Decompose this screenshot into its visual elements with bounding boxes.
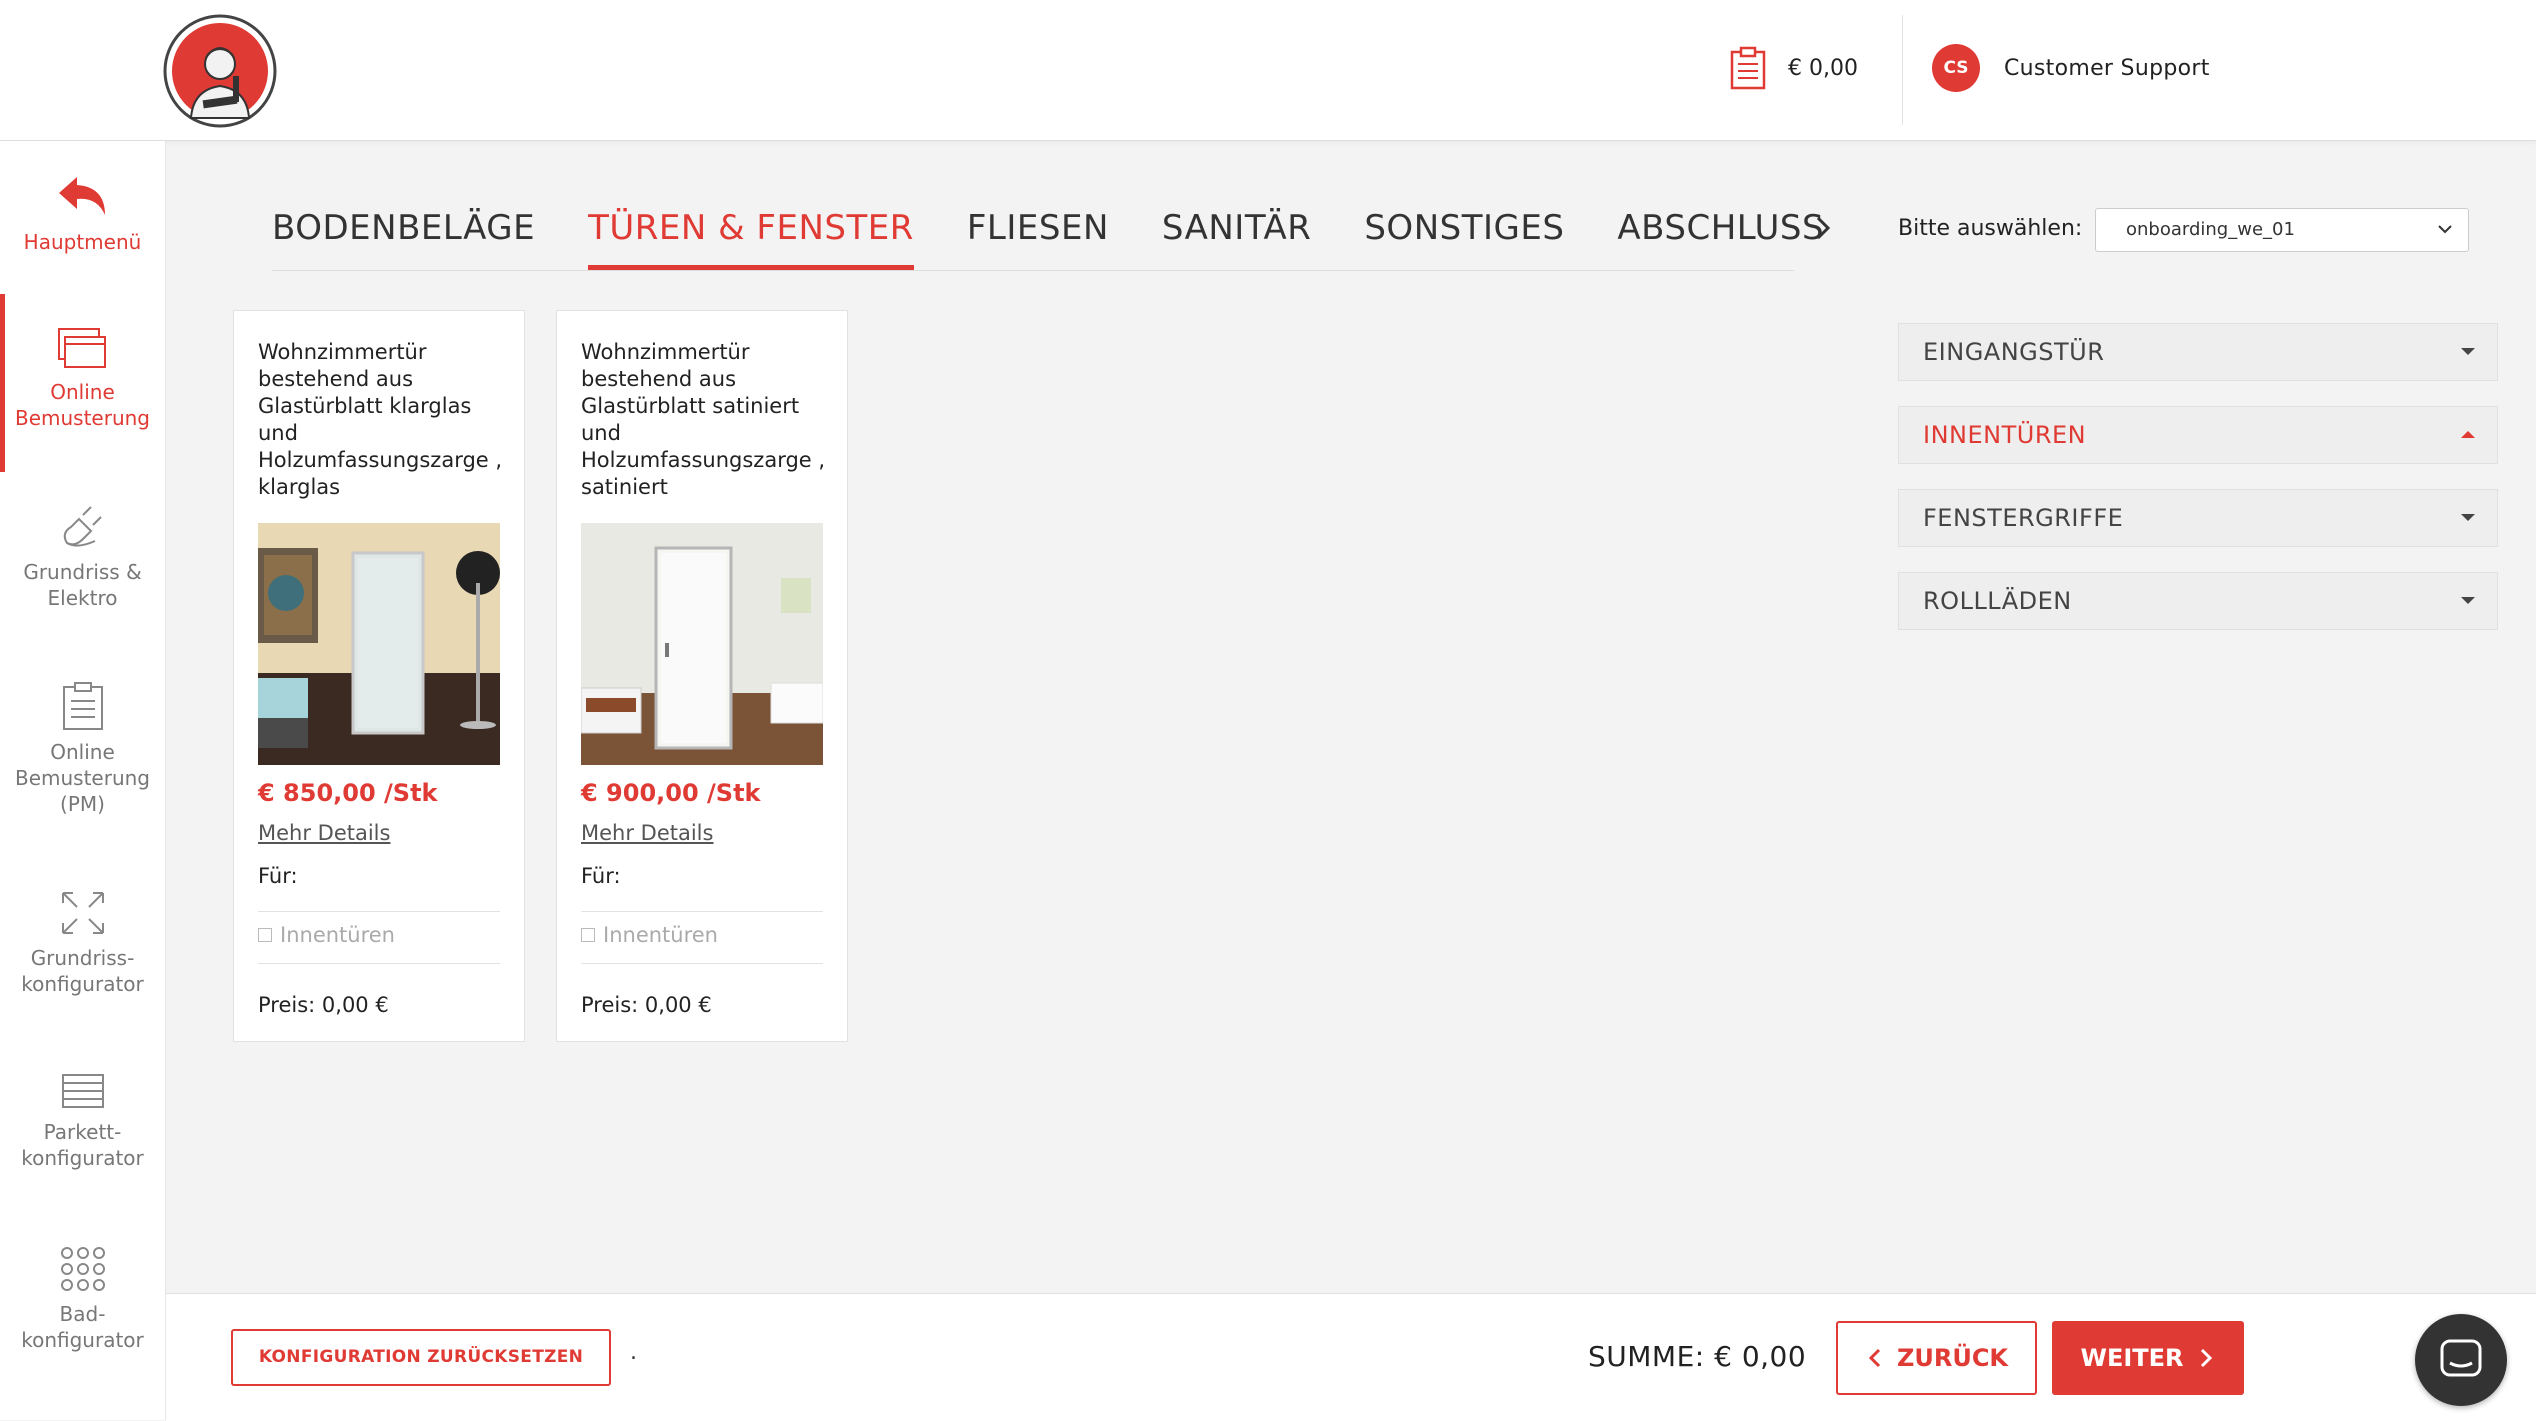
for-label: Für: — [581, 864, 621, 888]
accordion-label: EINGANGSTÜR — [1923, 338, 2105, 366]
product-image[interactable] — [581, 523, 823, 765]
accordion-fenstergriffe[interactable]: FENSTERGRIFFE — [1898, 489, 2498, 547]
divider — [258, 963, 500, 964]
price-total: Preis: 0,00 € — [581, 993, 712, 1017]
sidebar-item-label: Online Bemusterung (PM) — [14, 740, 151, 816]
chevron-right-icon — [2200, 1348, 2212, 1368]
caret-down-icon — [2461, 597, 2475, 604]
select-label: Bitte auswählen: — [1898, 216, 2083, 241]
accordion-label: FENSTERGRIFFE — [1923, 504, 2124, 532]
tabs-next-button[interactable] — [1812, 210, 1836, 250]
sum-total: SUMME: € 0,00 — [1588, 1340, 1807, 1373]
tab-bodenbelaege[interactable]: BODENBELÄGE — [272, 200, 535, 270]
chevron-right-icon — [1816, 216, 1831, 240]
tabs-underline — [272, 270, 1794, 271]
chat-icon — [2440, 1339, 2482, 1377]
caret-down-icon — [2461, 514, 2475, 521]
windows-icon — [57, 328, 106, 368]
user-menu[interactable]: CS Customer Support — [1932, 44, 2210, 92]
product-title: Wohnzimmertür bestehend aus Glastürblatt… — [581, 340, 826, 499]
room-checkbox[interactable]: Innentüren — [581, 923, 718, 947]
parquet-icon — [61, 1074, 104, 1108]
product-title: Wohnzimmertür bestehend aus Glastürblatt… — [258, 340, 503, 499]
product-card: Wohnzimmertür bestehend aus Glastürblatt… — [233, 310, 525, 1042]
top-header: € 0,00 CS Customer Support — [0, 0, 2536, 141]
cart-amount: € 0,00 — [1788, 55, 1858, 81]
tab-tueren-fenster[interactable]: TÜREN & FENSTER — [588, 200, 914, 270]
project-select[interactable]: onboarding_we_01 — [2095, 208, 2469, 252]
product-price: € 850,00 /Stk — [258, 779, 438, 807]
divider — [258, 911, 500, 912]
checkbox-box[interactable] — [258, 928, 272, 942]
more-details-link[interactable]: Mehr Details — [258, 821, 390, 845]
dots-grid-icon — [60, 1247, 105, 1291]
header-divider — [1902, 15, 1903, 125]
sidebar-item-label: Bad-konfigurator — [21, 1302, 144, 1352]
room-checkbox[interactable]: Innentüren — [258, 923, 395, 947]
sidebar-item-online-bemusterung-pm[interactable]: Online Bemusterung (PM) — [0, 681, 165, 817]
sidebar-item-grundriss-konfigurator[interactable]: Grundriss-konfigurator — [0, 889, 165, 997]
sidebar-item-label: Online Bemusterung — [14, 380, 151, 430]
tab-fliesen[interactable]: FLIESEN — [967, 200, 1109, 270]
checkbox-label: Innentüren — [280, 923, 395, 947]
sidebar: Hauptmenü Online Bemusterung Grundriss &… — [0, 141, 166, 1420]
for-label: Für: — [258, 864, 298, 888]
chevron-down-icon — [2438, 225, 2452, 234]
clipboard-icon — [62, 682, 103, 730]
caret-up-icon — [2461, 431, 2475, 438]
cart-clipboard-icon — [1730, 46, 1766, 90]
caret-down-icon — [2461, 348, 2475, 355]
product-price: € 900,00 /Stk — [581, 779, 761, 807]
sidebar-item-label: Hauptmenü — [23, 230, 142, 254]
select-value: onboarding_we_01 — [2126, 219, 2295, 240]
sidebar-item-grundriss-elektro[interactable]: Grundriss & Elektro — [0, 503, 165, 611]
accordion-rolllaeden[interactable]: ROLLLÄDEN — [1898, 572, 2498, 630]
user-name: Customer Support — [2004, 55, 2210, 81]
reset-configuration-button[interactable]: KONFIGURATION ZURÜCKSETZEN — [231, 1329, 611, 1386]
sidebar-item-label: Grundriss-konfigurator — [21, 946, 144, 996]
more-details-link[interactable]: Mehr Details — [581, 821, 713, 845]
chat-launcher-button[interactable] — [2415, 1314, 2507, 1406]
next-button-label: WEITER — [2080, 1344, 2184, 1372]
tab-sonstiges[interactable]: SONSTIGES — [1364, 200, 1564, 270]
sidebar-item-parkett-konfigurator[interactable]: Parkett-konfigurator — [0, 1071, 165, 1171]
price-total: Preis: 0,00 € — [258, 993, 389, 1017]
sidebar-item-label: Parkett-konfigurator — [21, 1120, 144, 1170]
sidebar-item-label: Grundriss & Elektro — [23, 560, 142, 610]
tab-abschluss[interactable]: ABSCHLUSS — [1617, 200, 1824, 270]
checkbox-label: Innentüren — [603, 923, 718, 947]
expand-icon — [61, 892, 104, 934]
sidebar-item-online-bemusterung[interactable]: Online Bemusterung — [0, 327, 165, 431]
back-button[interactable]: ZURÜCK — [1836, 1321, 2037, 1395]
plug-icon — [63, 506, 102, 547]
divider — [581, 963, 823, 964]
product-image[interactable] — [258, 523, 500, 765]
accordion-label: INNENTÜREN — [1923, 421, 2087, 449]
sidebar-item-bad-konfigurator[interactable]: Bad-konfigurator — [0, 1245, 165, 1353]
sidebar-item-hauptmenu[interactable]: Hauptmenü — [0, 173, 165, 255]
product-card: Wohnzimmertür bestehend aus Glastürblatt… — [556, 310, 848, 1042]
chevron-left-icon — [1868, 1348, 1881, 1368]
cart[interactable]: € 0,00 — [1730, 46, 1858, 90]
back-button-label: ZURÜCK — [1896, 1344, 2009, 1372]
accordion-eingangstuer[interactable]: EINGANGSTÜR — [1898, 323, 2498, 381]
checkbox-box[interactable] — [581, 928, 595, 942]
next-button[interactable]: WEITER — [2052, 1321, 2244, 1395]
accordion-label: ROLLLÄDEN — [1923, 587, 2072, 615]
back-arrow-icon — [58, 177, 105, 215]
divider — [581, 911, 823, 912]
avatar: CS — [1932, 44, 1980, 92]
tab-sanitaer[interactable]: SANITÄR — [1162, 200, 1311, 270]
category-tabs: BODENBELÄGE TÜREN & FENSTER FLIESEN SANI… — [272, 200, 1877, 270]
accordion-innentueren[interactable]: INNENTÜREN — [1898, 406, 2498, 464]
company-logo[interactable] — [163, 14, 277, 128]
footer-dot: . — [630, 1340, 637, 1365]
